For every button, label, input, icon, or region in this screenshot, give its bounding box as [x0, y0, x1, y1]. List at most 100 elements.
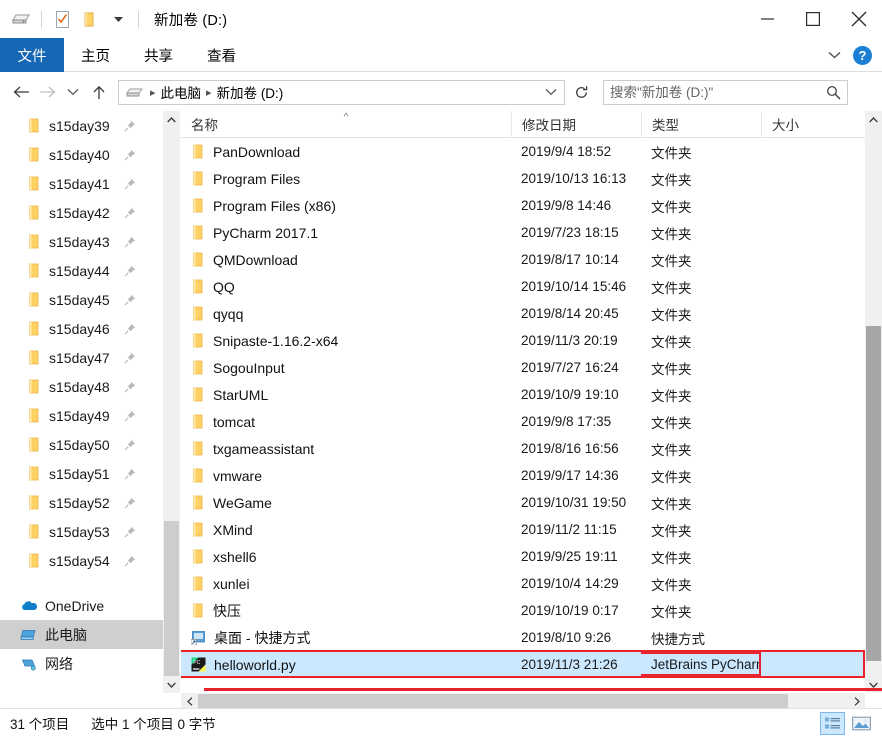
large-icons-view-button[interactable]	[849, 712, 874, 735]
address-dropdown-icon[interactable]	[542, 88, 560, 96]
navigation-pane-scroll-thumb[interactable]	[164, 521, 179, 676]
hscroll-thumb[interactable]	[198, 694, 788, 709]
sidebar-item-s15day44[interactable]: s15day44	[0, 256, 163, 285]
pin-icon[interactable]	[124, 381, 136, 393]
recent-locations-button[interactable]	[60, 78, 86, 106]
tab-file[interactable]: 文件	[0, 38, 64, 72]
column-header-type[interactable]: 类型	[641, 110, 761, 138]
address-input[interactable]: ▸ 此电脑 ▸ 新加卷 (D:)	[118, 79, 565, 105]
table-row[interactable]: PyCharm 2017.1 2019/7/23 18:15 文件夹	[181, 219, 865, 246]
file-type-label: 文件夹	[651, 172, 692, 188]
sidebar-item-此电脑[interactable]: 此电脑	[0, 620, 163, 649]
pin-icon[interactable]	[124, 265, 136, 277]
table-row[interactable]: StarUML 2019/10/9 19:10 文件夹	[181, 381, 865, 408]
back-button[interactable]	[8, 78, 34, 106]
table-row[interactable]: qyqq 2019/8/14 20:45 文件夹	[181, 300, 865, 327]
search-box[interactable]	[603, 79, 848, 105]
sidebar-item-s15day51[interactable]: s15day51	[0, 459, 163, 488]
sidebar-item-s15day40[interactable]: s15day40	[0, 140, 163, 169]
folder-icon	[191, 171, 205, 186]
pin-icon[interactable]	[124, 294, 136, 306]
scroll-down-icon[interactable]	[163, 676, 180, 693]
pin-icon[interactable]	[124, 352, 136, 364]
sidebar-item-s15day45[interactable]: s15day45	[0, 285, 163, 314]
minimize-button[interactable]	[744, 0, 790, 38]
sidebar-item-s15day54[interactable]: s15day54	[0, 546, 163, 575]
pin-icon[interactable]	[124, 497, 136, 509]
table-row[interactable]: xshell6 2019/9/25 19:11 文件夹	[181, 543, 865, 570]
column-header-size[interactable]: 大小	[761, 110, 865, 138]
table-row[interactable]: tomcat 2019/9/8 17:35 文件夹	[181, 408, 865, 435]
sidebar-item-s15day49[interactable]: s15day49	[0, 401, 163, 430]
table-row[interactable]: Program Files (x86) 2019/9/8 14:46 文件夹	[181, 192, 865, 219]
table-row[interactable]: QMDownload 2019/8/17 10:14 文件夹	[181, 246, 865, 273]
breadcrumb-this-pc[interactable]: 此电脑	[158, 82, 205, 102]
pin-icon[interactable]	[124, 410, 136, 422]
pin-icon[interactable]	[124, 236, 136, 248]
sidebar-item-s15day50[interactable]: s15day50	[0, 430, 163, 459]
folder-icon	[191, 333, 205, 348]
file-list-scrollbar[interactable]	[865, 111, 882, 693]
pin-icon[interactable]	[124, 323, 136, 335]
sidebar-item-label: s15day40	[49, 146, 110, 163]
tab-home[interactable]: 主页	[64, 38, 127, 72]
sidebar-item-s15day53[interactable]: s15day53	[0, 517, 163, 546]
customize-qat-icon[interactable]	[105, 6, 131, 32]
sidebar-item-s15day41[interactable]: s15day41	[0, 169, 163, 198]
search-input[interactable]	[610, 84, 826, 100]
table-row[interactable]: PanDownload 2019/9/4 18:52 文件夹	[181, 138, 865, 165]
breadcrumb-drive-d[interactable]: 新加卷 (D:)	[214, 82, 287, 102]
forward-button[interactable]	[34, 78, 60, 106]
column-header-name[interactable]: ^ 名称	[181, 111, 511, 138]
up-button[interactable]	[86, 78, 112, 106]
close-button[interactable]	[836, 0, 882, 38]
sidebar-item-s15day42[interactable]: s15day42	[0, 198, 163, 227]
tab-share[interactable]: 共享	[127, 38, 190, 72]
search-icon[interactable]	[826, 85, 841, 100]
sidebar-item-s15day52[interactable]: s15day52	[0, 488, 163, 517]
properties-icon[interactable]	[49, 6, 75, 32]
pin-icon[interactable]	[124, 149, 136, 161]
pin-icon[interactable]	[124, 207, 136, 219]
sidebar-item-s15day39[interactable]: s15day39	[0, 111, 163, 140]
table-row[interactable]: QQ 2019/10/14 15:46 文件夹	[181, 273, 865, 300]
column-header-date[interactable]: 修改日期	[511, 110, 641, 138]
pin-icon[interactable]	[124, 468, 136, 480]
table-row[interactable]: txgameassistant 2019/8/16 16:56 文件夹	[181, 435, 865, 462]
new-folder-icon[interactable]	[77, 6, 103, 32]
chevron-down-icon[interactable]	[821, 42, 847, 68]
maximize-button[interactable]	[790, 0, 836, 38]
table-row[interactable]: 快压 2019/10/19 0:17 文件夹	[181, 597, 865, 624]
refresh-button[interactable]	[568, 79, 594, 105]
sidebar-item-网络[interactable]: 网络	[0, 649, 163, 678]
sidebar-item-s15day43[interactable]: s15day43	[0, 227, 163, 256]
file-explorer-window: 新加卷 (D:) 文件 主页 共享 查看 ? ▸ 此电脑 ▸ 新加卷 (D:) …	[0, 0, 882, 737]
tab-view[interactable]: 查看	[190, 38, 253, 72]
pin-icon[interactable]	[124, 120, 136, 132]
sidebar-item-s15day48[interactable]: s15day48	[0, 372, 163, 401]
navigation-pane-scrollbar[interactable]	[163, 111, 180, 693]
table-row[interactable]: xunlei 2019/10/4 14:29 文件夹	[181, 570, 865, 597]
pin-icon[interactable]	[124, 439, 136, 451]
table-row[interactable]: SogouInput 2019/7/27 16:24 文件夹	[181, 354, 865, 381]
table-row[interactable]: XMind 2019/11/2 11:15 文件夹	[181, 516, 865, 543]
table-row[interactable]: 桌面 - 快捷方式 2019/8/10 9:26 快捷方式	[181, 624, 865, 651]
pin-icon[interactable]	[124, 555, 136, 567]
table-row[interactable]: vmware 2019/9/17 14:36 文件夹	[181, 462, 865, 489]
drive-icon[interactable]	[8, 6, 34, 32]
pin-icon[interactable]	[124, 526, 136, 538]
pin-icon[interactable]	[124, 178, 136, 190]
file-size-cell	[761, 516, 865, 543]
help-icon[interactable]: ?	[853, 45, 872, 65]
sidebar-item-s15day47[interactable]: s15day47	[0, 343, 163, 372]
sidebar-item-s15day46[interactable]: s15day46	[0, 314, 163, 343]
scroll-up-icon[interactable]	[163, 111, 180, 128]
details-view-button[interactable]	[820, 712, 845, 735]
sidebar-item-OneDrive[interactable]: OneDrive	[0, 591, 163, 620]
table-row[interactable]: WeGame 2019/10/31 19:50 文件夹	[181, 489, 865, 516]
table-row[interactable]: Snipaste-1.16.2-x64 2019/11/3 20:19 文件夹	[181, 327, 865, 354]
file-scroll-up-icon[interactable]	[865, 111, 882, 128]
file-list-scroll-thumb[interactable]	[866, 326, 881, 661]
table-row[interactable]: PC helloworld.py 2019/11/3 21:26 JetBrains …	[181, 650, 865, 678]
table-row[interactable]: Program Files 2019/10/13 16:13 文件夹	[181, 165, 865, 192]
